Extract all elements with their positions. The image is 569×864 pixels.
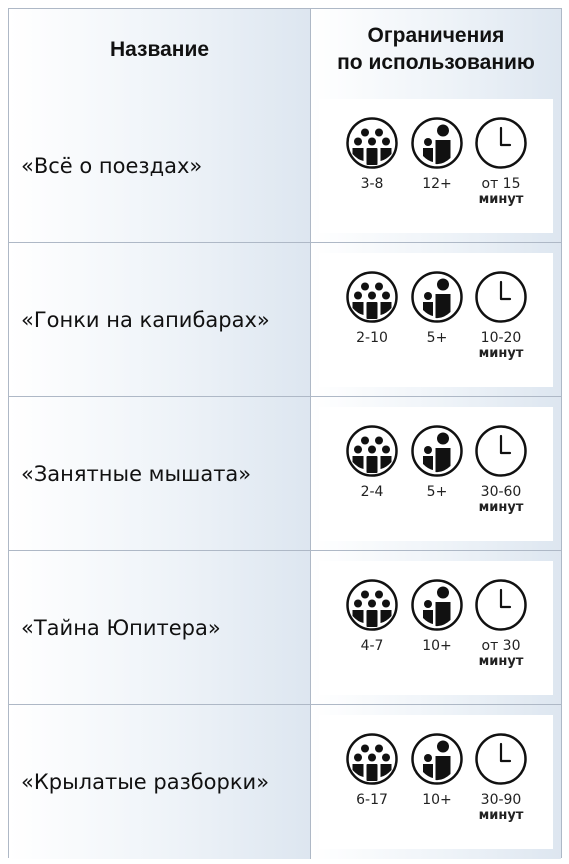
play-time-value: от 15 bbox=[481, 175, 521, 192]
play-time-unit: минут bbox=[478, 345, 524, 361]
adult-child-icon bbox=[411, 578, 463, 631]
game-name: «Всё о поездах» bbox=[21, 153, 203, 178]
play-time-unit: минут bbox=[478, 191, 524, 207]
clock-icon bbox=[475, 733, 527, 785]
clock-icon bbox=[475, 270, 527, 323]
table-header-row: Название Ограничения по использованию bbox=[9, 9, 561, 90]
play-time-unit: минут bbox=[478, 499, 524, 515]
age-limit: 10+ bbox=[422, 792, 452, 808]
game-name: «Гонки на капибарах» bbox=[21, 307, 270, 332]
header-cell-limits: Ограничения по использованию bbox=[311, 9, 561, 89]
table-row: «Крылатые разборки» 6-17 10+ 30-90 минут bbox=[9, 705, 561, 859]
age-limit: 5+ bbox=[426, 483, 448, 500]
players-count: 6-17 bbox=[356, 792, 388, 808]
group-of-people-icon bbox=[346, 733, 398, 785]
clock-icon bbox=[475, 424, 527, 477]
age-limit: 5+ bbox=[426, 329, 448, 346]
adult-child-icon bbox=[411, 116, 463, 169]
group-of-people-icon bbox=[346, 270, 398, 323]
players-count: 4-7 bbox=[360, 637, 384, 654]
age-limit: 10+ bbox=[422, 637, 452, 654]
players-count: 2-4 bbox=[360, 483, 384, 500]
clock-icon bbox=[475, 116, 527, 169]
limits-badge: 2-4 5+ 30-60 минут bbox=[319, 406, 553, 541]
limits-badge: 6-17 10+ 30-90 минут bbox=[319, 715, 553, 849]
limits-cell: 2-10 5+ 10-20 минут bbox=[311, 243, 561, 396]
limits-cell: 4-7 10+ от 30 минут bbox=[311, 551, 561, 704]
name-cell: «Гонки на капибарах» bbox=[9, 243, 311, 396]
adult-child-icon bbox=[411, 733, 463, 785]
game-name: «Крылатые разборки» bbox=[21, 770, 270, 794]
table-row: «Всё о поездах» 3-8 12+ от 15 минут bbox=[9, 89, 561, 243]
limits-cell: 2-4 5+ 30-60 минут bbox=[311, 397, 561, 550]
game-name: «Тайна Юпитера» bbox=[21, 615, 221, 640]
header-limits-line2: по использованию bbox=[337, 51, 535, 74]
header-name-label: Название bbox=[109, 37, 210, 61]
table-row: «Занятные мышата» 2-4 5+ 30-60 минут bbox=[9, 397, 561, 551]
group-of-people-icon bbox=[346, 116, 398, 169]
play-time: от 30 минут bbox=[469, 638, 533, 670]
limits-badge: 3-8 12+ от 15 минут bbox=[319, 98, 553, 233]
limits-badge: 2-10 5+ 10-20 минут bbox=[319, 252, 553, 387]
play-time-unit: минут bbox=[478, 808, 524, 823]
limits-cell: 6-17 10+ 30-90 минут bbox=[311, 705, 561, 859]
play-time: 30-60 минут bbox=[469, 484, 533, 516]
adult-child-icon bbox=[411, 270, 463, 323]
limits-badge: 4-7 10+ от 30 минут bbox=[319, 560, 553, 695]
play-time-unit: минут bbox=[478, 653, 524, 669]
header-limits-line1: Ограничения bbox=[367, 24, 505, 47]
play-time-value: 10-20 bbox=[480, 329, 522, 346]
header-cell-name: Название bbox=[9, 9, 311, 89]
game-name: «Занятные мышата» bbox=[21, 461, 252, 486]
name-cell: «Крылатые разборки» bbox=[9, 705, 311, 859]
play-time: от 15 минут bbox=[469, 176, 533, 208]
players-count: 3-8 bbox=[360, 175, 384, 192]
play-time-value: 30-60 bbox=[480, 483, 522, 500]
limits-cell: 3-8 12+ от 15 минут bbox=[311, 89, 561, 242]
table-row: «Гонки на капибарах» 2-10 5+ 10-20 минут bbox=[9, 243, 561, 397]
age-limit: 12+ bbox=[422, 175, 452, 192]
games-table: Название Ограничения по использованию «В… bbox=[8, 8, 562, 859]
group-of-people-icon bbox=[346, 424, 398, 477]
play-time-value: от 30 bbox=[481, 637, 521, 654]
play-time-value: 30-90 bbox=[480, 792, 522, 808]
players-count: 2-10 bbox=[356, 329, 388, 346]
play-time: 30-90 минут bbox=[469, 792, 533, 824]
name-cell: «Всё о поездах» bbox=[9, 89, 311, 242]
name-cell: «Занятные мышата» bbox=[9, 397, 311, 550]
adult-child-icon bbox=[411, 424, 463, 477]
name-cell: «Тайна Юпитера» bbox=[9, 551, 311, 704]
play-time: 10-20 минут bbox=[469, 330, 533, 362]
table-row: «Тайна Юпитера» 4-7 10+ от 30 минут bbox=[9, 551, 561, 705]
group-of-people-icon bbox=[346, 578, 398, 631]
clock-icon bbox=[475, 578, 527, 631]
